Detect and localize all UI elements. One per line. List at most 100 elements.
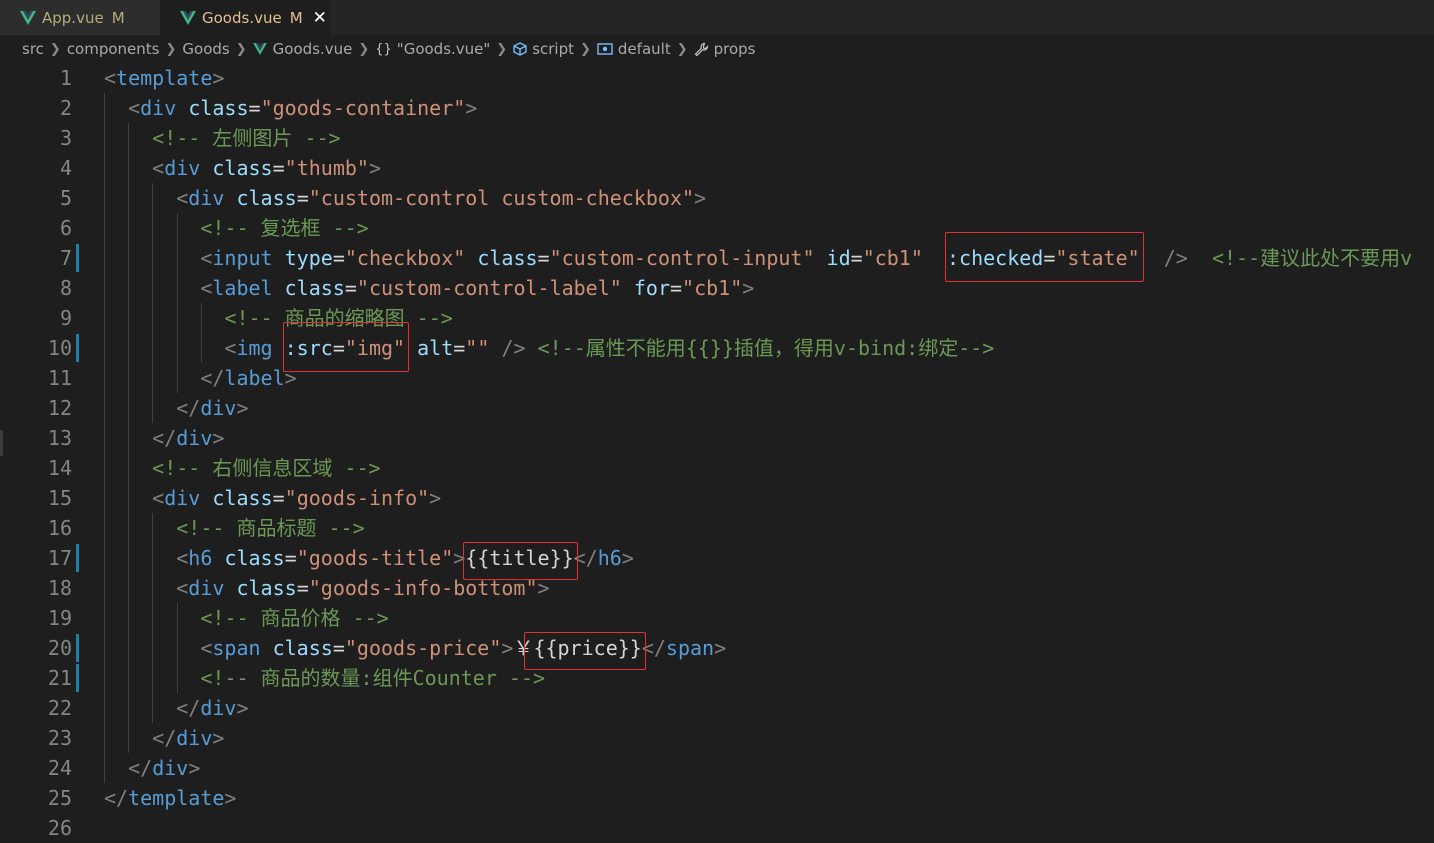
code-token: div xyxy=(188,576,225,600)
git-modified-indicator[interactable] xyxy=(76,664,79,692)
code-line[interactable]: 5 <div class="custom-control custom-chec… xyxy=(0,183,1434,213)
code-line[interactable]: 13 </div> xyxy=(0,423,1434,453)
code-line[interactable]: 9 <!-- 商品的缩略图 --> xyxy=(0,303,1434,333)
code-line[interactable]: 14 <!-- 右侧信息区域 --> xyxy=(0,453,1434,483)
code-token: < xyxy=(176,546,189,570)
code-line[interactable]: 17 <h6 class="goods-title">{{title}}</h6… xyxy=(0,543,1434,573)
code-line[interactable]: 19 <!-- 商品价格 --> xyxy=(0,603,1434,633)
tab-app-vue[interactable]: App.vue M xyxy=(0,0,160,35)
chevron-right-icon: ❯ xyxy=(358,41,370,57)
code-line[interactable]: 11 </label> xyxy=(0,363,1434,393)
line-number: 24 xyxy=(47,756,72,780)
code-line[interactable]: 26 xyxy=(0,813,1434,843)
code-line[interactable]: 20 <span class="goods-price">￥{{price}}<… xyxy=(0,633,1434,663)
code-line[interactable]: 22 </div> xyxy=(0,693,1434,723)
code-line[interactable]: 1 <template> xyxy=(0,63,1434,93)
line-number: 9 xyxy=(59,306,72,330)
code-token: > xyxy=(236,696,249,720)
code-line[interactable]: 23 </div> xyxy=(0,723,1434,753)
code-line[interactable]: 4 <div class="thumb"> xyxy=(0,153,1434,183)
code-token: ￥{{price}} xyxy=(513,636,642,660)
code-token: > xyxy=(224,786,237,810)
git-modified-indicator[interactable] xyxy=(76,334,79,362)
code-line[interactable]: 16 <!-- 商品标题 --> xyxy=(0,513,1434,543)
breadcrumb-script[interactable]: script xyxy=(513,40,574,58)
code-token: > xyxy=(188,756,201,780)
code-line[interactable]: 24 </div> xyxy=(0,753,1434,783)
breadcrumb-goods-folder[interactable]: Goods xyxy=(182,40,229,58)
code-line[interactable]: 2 <div class="goods-container"> xyxy=(0,93,1434,123)
breadcrumb-props[interactable]: props xyxy=(694,40,756,58)
code-token: for xyxy=(633,276,670,300)
vue-file-icon xyxy=(252,43,267,55)
code-token: <!--属性不能用{{}}插值，得用v-bind:绑定--> xyxy=(537,336,995,360)
code-line[interactable]: 3 <!-- 左侧图片 --> xyxy=(0,123,1434,153)
code-token: = xyxy=(669,276,683,300)
code-line[interactable]: 6 <!-- 复选框 --> xyxy=(0,213,1434,243)
code-token: class xyxy=(236,186,297,210)
code-line[interactable]: 18 <div class="goods-info-bottom"> xyxy=(0,573,1434,603)
git-modified-indicator[interactable] xyxy=(76,544,79,572)
breadcrumb-file[interactable]: Goods.vue xyxy=(252,40,353,58)
code-line[interactable]: 12 </div> xyxy=(0,393,1434,423)
breadcrumb: src ❯ components ❯ Goods ❯ Goods.vue ❯ {… xyxy=(0,35,1434,63)
code-editor[interactable]: 1 <template> 2 <div class="goods-container… xyxy=(0,63,1434,840)
breadcrumb-components[interactable]: components xyxy=(67,40,160,58)
code-token: </ xyxy=(152,726,177,750)
code-token: <!-- 商品的数量:组件Counter --> xyxy=(200,666,546,690)
git-modified-indicator[interactable] xyxy=(76,244,79,272)
code-token: </ xyxy=(128,756,153,780)
code-token: = xyxy=(296,186,309,210)
code-token: = xyxy=(1043,246,1056,270)
code-token: class xyxy=(236,576,297,600)
git-modified-indicator[interactable] xyxy=(76,634,79,662)
code-token: div xyxy=(176,726,213,750)
line-number: 18 xyxy=(47,576,72,600)
code-line[interactable]: 10 <img :src="img" alt="" /> <!--属性不能用{{… xyxy=(0,333,1434,363)
breadcrumb-src[interactable]: src xyxy=(22,40,44,58)
code-line[interactable]: 7 <input type="checkbox" class="custom-c… xyxy=(0,243,1434,273)
breadcrumb-default[interactable]: default xyxy=(597,40,671,58)
modified-indicator: M xyxy=(111,8,125,27)
code-token: "custom-control-input" xyxy=(549,246,815,270)
code-token: type xyxy=(284,246,333,270)
code-token: = xyxy=(453,336,466,360)
code-token: > xyxy=(429,486,442,510)
breadcrumb-props-label: props xyxy=(713,40,756,58)
code-token: </ xyxy=(176,696,201,720)
line-number: 6 xyxy=(59,216,72,240)
code-token: > xyxy=(453,546,466,570)
code-text: <div class="goods-container"> xyxy=(104,93,477,123)
code-token: <!-- 商品价格 --> xyxy=(200,606,389,630)
code-token: img xyxy=(236,336,273,360)
code-token: "cb1" xyxy=(862,246,923,270)
code-token: > xyxy=(212,426,225,450)
code-token: > xyxy=(537,576,550,600)
code-line[interactable]: 8 <label class="custom-control-label" fo… xyxy=(0,273,1434,303)
tab-goods-vue[interactable]: Goods.vue M ✕ xyxy=(160,0,330,35)
close-icon[interactable]: ✕ xyxy=(313,8,327,28)
breadcrumb-file-label: Goods.vue xyxy=(272,40,353,58)
code-token: "checkbox" xyxy=(344,246,466,270)
chevron-right-icon: ❯ xyxy=(235,41,247,57)
code-line[interactable]: 15 <div class="goods-info"> xyxy=(0,483,1434,513)
code-token: "goods-info-bottom" xyxy=(308,576,538,600)
code-token: "custom-control-label" xyxy=(356,276,622,300)
code-line[interactable]: 21 <!-- 商品的数量:组件Counter --> xyxy=(0,663,1434,693)
code-line[interactable]: 25 </template> xyxy=(0,783,1434,813)
code-token: class xyxy=(212,156,273,180)
line-number: 21 xyxy=(47,666,72,690)
breadcrumb-object[interactable]: {} "Goods.vue" xyxy=(375,40,490,58)
modified-indicator: M xyxy=(289,8,303,27)
code-token: div xyxy=(200,696,237,720)
code-token: "" xyxy=(465,336,490,360)
code-text: </div> xyxy=(104,423,224,453)
